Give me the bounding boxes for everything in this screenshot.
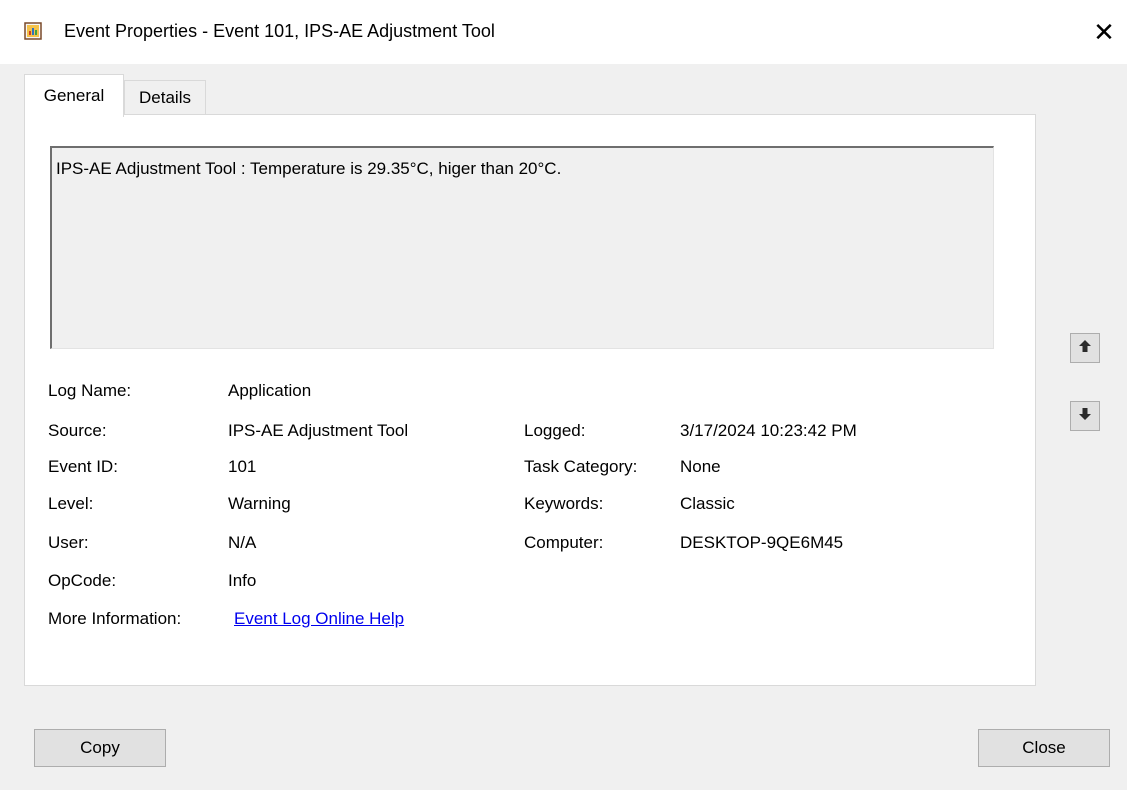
logged-value: 3/17/2024 10:23:42 PM <box>680 421 857 440</box>
previous-event-button[interactable] <box>1070 333 1100 363</box>
window-title: Event Properties - Event 101, IPS-AE Adj… <box>64 21 495 41</box>
copy-button[interactable]: Copy <box>34 729 166 767</box>
task-category-label: Task Category: <box>524 457 638 476</box>
opcode-label: OpCode: <box>48 571 117 590</box>
next-event-button[interactable] <box>1070 401 1100 431</box>
task-category-value: None <box>680 457 721 476</box>
tab-general-label: General <box>43 86 105 105</box>
keywords-value: Classic <box>680 494 735 513</box>
arrow-up-icon <box>1077 338 1093 359</box>
tab-details[interactable]: Details <box>124 80 206 115</box>
computer-value: DESKTOP-9QE6M45 <box>680 533 844 552</box>
logged-label: Logged: <box>524 421 586 440</box>
log-name-value: Application <box>228 381 312 400</box>
tab-details-label: Details <box>139 88 191 107</box>
level-value: Warning <box>228 494 291 513</box>
title-bar: Event Properties - Event 101, IPS-AE Adj… <box>0 0 1127 64</box>
close-button[interactable]: Close <box>978 729 1110 767</box>
computer-label: Computer: <box>524 533 604 552</box>
event-id-label: Event ID: <box>48 457 118 476</box>
close-button-label: Close <box>1022 738 1066 757</box>
user-label: User: <box>48 533 89 552</box>
level-label: Level: <box>48 494 94 513</box>
arrow-down-icon <box>1077 406 1093 427</box>
opcode-value: Info <box>228 571 257 590</box>
source-label: Source: <box>48 421 107 440</box>
event-id-value: 101 <box>228 457 257 476</box>
event-description-box[interactable]: IPS-AE Adjustment Tool : Temperature is … <box>50 146 994 349</box>
event-viewer-icon <box>24 22 42 40</box>
user-value: N/A <box>228 533 257 552</box>
copy-button-label: Copy <box>80 738 120 757</box>
tab-general[interactable]: General <box>24 74 124 117</box>
keywords-label: Keywords: <box>524 494 604 513</box>
event-description-text: IPS-AE Adjustment Tool : Temperature is … <box>56 159 562 178</box>
source-value: IPS-AE Adjustment Tool <box>228 421 409 440</box>
event-log-online-help-link[interactable]: Event Log Online Help <box>234 609 404 629</box>
close-icon[interactable]: ✕ <box>1084 14 1124 50</box>
log-name-label: Log Name: <box>48 381 132 400</box>
more-information-label: More Information: <box>48 609 182 628</box>
